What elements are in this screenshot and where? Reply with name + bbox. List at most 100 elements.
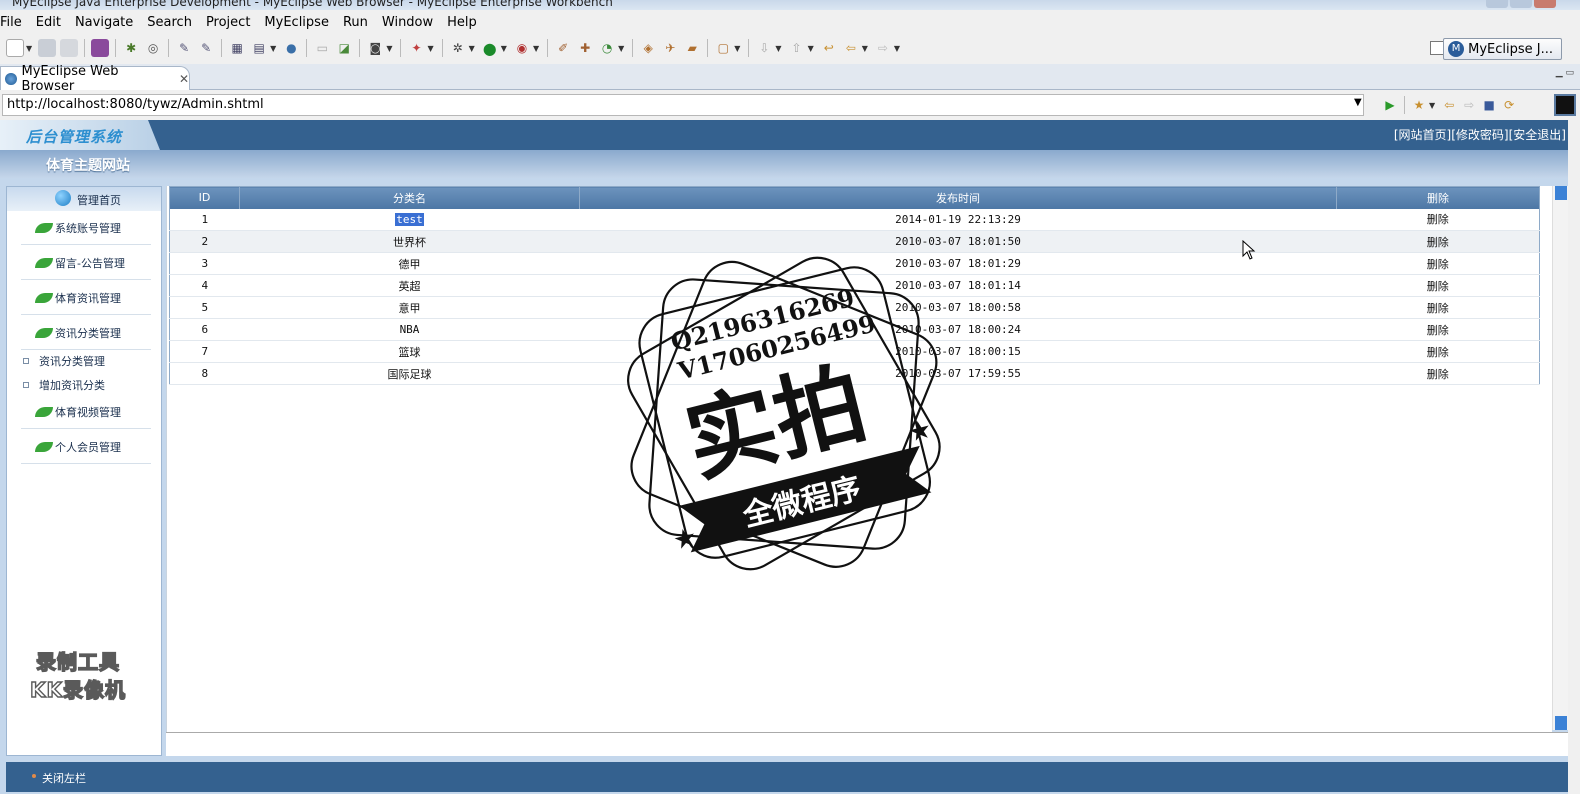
back-arrow-icon[interactable]: ⇦ <box>1441 97 1457 113</box>
go-icon[interactable]: ▶ <box>1382 97 1398 113</box>
next-annotation-icon[interactable]: ⇩ <box>755 39 773 57</box>
menu-project[interactable]: Project <box>199 15 257 30</box>
external-tools-icon[interactable]: ◉ <box>513 39 531 57</box>
close-window-button[interactable] <box>1534 0 1556 8</box>
new-package-icon[interactable]: ✚ <box>576 39 594 57</box>
delete-link[interactable]: 删除 <box>1336 296 1540 319</box>
delete-link[interactable]: 删除 <box>1336 230 1540 253</box>
close-left-panel-link[interactable]: 关闭左栏 <box>42 770 86 786</box>
sidebar-item-accounts[interactable]: 系统账号管理 <box>21 211 151 245</box>
maximize-button[interactable] <box>1510 0 1532 8</box>
new-project-icon[interactable]: ◔ <box>598 39 616 57</box>
sidebar-item-members[interactable]: 个人会员管理 <box>21 430 151 464</box>
new-class-icon[interactable]: ✐ <box>554 39 572 57</box>
sidebar-subitem-category-manage[interactable]: 资讯分类管理 <box>23 353 105 369</box>
sidebar-home-label: 管理首页 <box>77 194 121 207</box>
favorites-star-icon[interactable]: ★ <box>1411 97 1427 113</box>
chevron-down-icon[interactable]: ▼ <box>862 44 868 53</box>
sidebar-item-news-categories[interactable]: 资讯分类管理 <box>21 316 151 350</box>
chevron-down-icon[interactable]: ▼ <box>427 44 433 53</box>
url-history-dropdown[interactable]: ▼ <box>1354 97 1362 108</box>
chevron-down-icon[interactable]: ▼ <box>386 44 392 53</box>
perspective-button[interactable]: M MyEclipse J... <box>1443 38 1562 60</box>
chevron-down-icon[interactable]: ▼ <box>469 44 475 53</box>
chevron-down-icon[interactable]: ▼ <box>618 44 624 53</box>
open-resource-icon[interactable]: ✈ <box>661 39 679 57</box>
delete-link[interactable]: 删除 <box>1336 208 1540 231</box>
save-icon[interactable] <box>38 39 57 57</box>
refresh-deploy-icon[interactable]: ◪ <box>335 39 353 57</box>
sidebar-item-videos[interactable]: 体育视频管理 <box>21 395 151 429</box>
prev-annotation-icon[interactable]: ⇧ <box>788 39 806 57</box>
deploy-icon[interactable]: ▦ <box>228 39 246 57</box>
stop-icon[interactable]: ■ <box>1481 97 1497 113</box>
url-input[interactable]: http://localhost:8080/tywz/Admin.shtml <box>2 94 1364 116</box>
leaf-icon <box>35 222 53 233</box>
delete-link[interactable]: 删除 <box>1336 362 1540 385</box>
chevron-down-icon[interactable]: ▼ <box>894 44 900 53</box>
new-wizard-icon[interactable]: ✦ <box>407 39 425 57</box>
open-type-icon[interactable]: ◈ <box>639 39 657 57</box>
menu-run[interactable]: Run <box>336 15 375 30</box>
camera-icon[interactable]: ◙ <box>366 39 384 57</box>
menu-file[interactable]: File <box>0 15 29 30</box>
open-perspective-icon[interactable] <box>1430 41 1444 55</box>
print-icon[interactable] <box>60 39 79 57</box>
menu-help[interactable]: Help <box>440 15 484 30</box>
link-change-password[interactable]: [修改密码] <box>1451 128 1508 142</box>
chevron-down-icon[interactable]: ▼ <box>501 44 507 53</box>
delete-link[interactable]: 删除 <box>1336 274 1540 297</box>
link-logout[interactable]: [安全退出] <box>1509 128 1566 142</box>
menu-edit[interactable]: Edit <box>29 15 68 30</box>
search-text-icon[interactable]: ✎ <box>197 39 215 57</box>
link-site-home[interactable]: [网站首页] <box>1394 128 1451 142</box>
back-arrow-icon[interactable]: ⇦ <box>842 39 860 57</box>
debug-icon[interactable]: ✲ <box>449 39 467 57</box>
sidebar-subitem-category-add[interactable]: 增加资讯分类 <box>23 377 105 393</box>
sidebar-home[interactable]: 管理首页 <box>7 187 161 211</box>
chevron-down-icon[interactable]: ▼ <box>734 44 740 53</box>
open-folder-icon[interactable]: ▰ <box>683 39 701 57</box>
run-icon[interactable]: ● <box>481 39 499 58</box>
chevron-down-icon[interactable]: ▼ <box>775 44 781 53</box>
table-row: 5 意甲 2010-03-07 18:00:58 删除 <box>169 296 1540 319</box>
open-folder-icon[interactable]: ▭ <box>313 39 331 57</box>
delete-link[interactable]: 删除 <box>1336 252 1540 275</box>
chevron-down-icon[interactable]: ▼ <box>808 44 814 53</box>
menu-search[interactable]: Search <box>140 15 199 30</box>
globe-icon[interactable]: ● <box>282 39 300 57</box>
chevron-down-icon[interactable]: ▼ <box>270 44 276 53</box>
forward-arrow-icon[interactable]: ⇨ <box>874 39 892 57</box>
browser-options-button[interactable] <box>1554 94 1576 116</box>
menu-myeclipse[interactable]: MyEclipse <box>257 15 336 30</box>
delete-link[interactable]: 删除 <box>1336 340 1540 363</box>
scroll-up-icon[interactable] <box>1555 186 1567 200</box>
sidebar-item-news[interactable]: 体育资讯管理 <box>21 281 151 315</box>
task-icon[interactable]: ▢ <box>714 39 732 57</box>
menu-navigate[interactable]: Navigate <box>68 15 140 30</box>
view-controls-icon[interactable]: ▁ ▭ <box>1556 68 1574 78</box>
close-icon[interactable]: ✕ <box>179 72 189 86</box>
menu-bar: File Edit Navigate Search Project MyEcli… <box>0 10 1580 34</box>
chevron-down-icon[interactable]: ▼ <box>533 44 539 53</box>
package-icon[interactable] <box>91 39 110 57</box>
server-icon[interactable]: ◎ <box>144 39 162 57</box>
vertical-scrollbar[interactable] <box>1552 186 1568 730</box>
refresh-icon[interactable]: ⟳ <box>1501 97 1517 113</box>
new-icon[interactable] <box>6 39 24 57</box>
last-edit-icon[interactable]: ↩ <box>820 39 838 57</box>
scroll-down-icon[interactable] <box>1555 716 1567 730</box>
search-file-icon[interactable]: ✎ <box>175 39 193 57</box>
run-server-icon[interactable]: ▤ <box>250 39 268 57</box>
chevron-down-icon[interactable]: ▼ <box>26 44 32 53</box>
minimize-button[interactable] <box>1486 0 1508 8</box>
sidebar-item-messages[interactable]: 留言-公告管理 <box>21 246 151 280</box>
tab-web-browser[interactable]: MyEclipse Web Browser ✕ <box>0 64 190 94</box>
sidebar-item-label: 系统账号管理 <box>55 221 121 235</box>
menu-window[interactable]: Window <box>375 15 440 30</box>
debug-bug-icon[interactable]: ✱ <box>122 39 140 57</box>
chevron-down-icon[interactable]: ▼ <box>1429 101 1435 110</box>
forward-arrow-icon[interactable]: ⇨ <box>1461 97 1477 113</box>
delete-link[interactable]: 删除 <box>1336 318 1540 341</box>
editor-tab-row: MyEclipse Web Browser ✕ ▁ ▭ <box>0 64 1580 94</box>
